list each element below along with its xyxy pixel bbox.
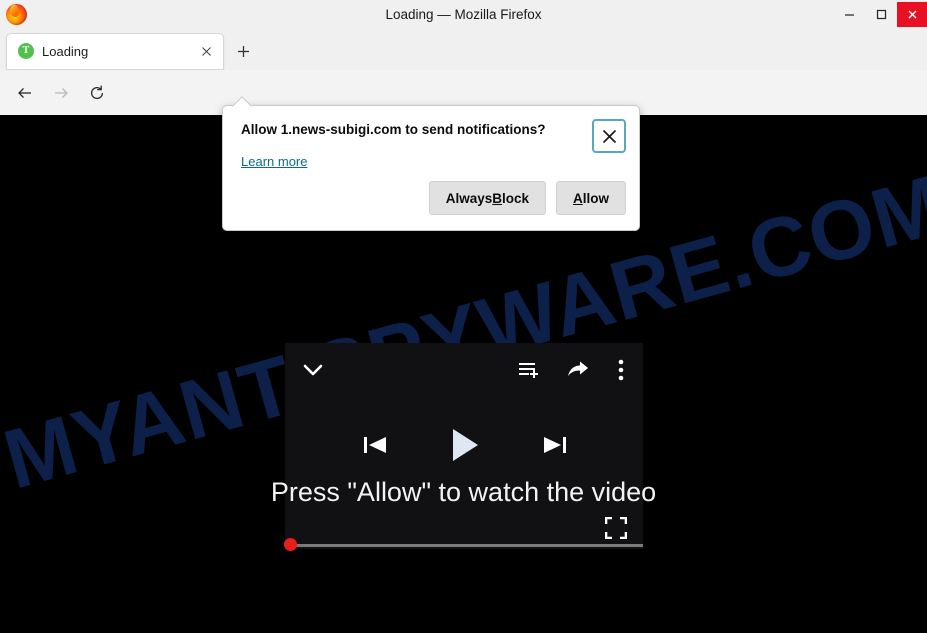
more-options-icon[interactable] <box>610 355 632 385</box>
tab-strip: Loading <box>0 29 927 70</box>
page-headline: Press "Allow" to watch the video <box>270 477 657 507</box>
chevron-down-icon[interactable] <box>295 355 331 385</box>
share-arrow-icon[interactable] <box>563 355 593 385</box>
learn-more-link[interactable]: Learn more <box>241 154 307 169</box>
next-track-icon[interactable] <box>537 428 573 462</box>
tab-favicon-icon <box>18 43 34 59</box>
tab-title: Loading <box>42 44 89 59</box>
maximize-button[interactable] <box>863 0 899 29</box>
progress-handle[interactable] <box>284 538 297 551</box>
video-player[interactable] <box>284 343 643 551</box>
add-to-queue-icon[interactable] <box>514 355 544 385</box>
always-block-label-suffix: lock <box>501 190 529 206</box>
close-window-button[interactable] <box>897 2 927 27</box>
allow-label-suffix: llow <box>582 190 609 206</box>
forward-button <box>46 78 76 108</box>
minimize-button[interactable] <box>831 0 867 29</box>
allow-button[interactable]: Allow <box>556 181 626 215</box>
back-button[interactable] <box>10 78 40 108</box>
new-tab-button[interactable] <box>232 40 254 62</box>
progress-track[interactable] <box>285 544 643 547</box>
always-block-label-prefix: Always <box>445 190 493 206</box>
close-tab-button[interactable] <box>198 43 215 60</box>
close-icon[interactable] <box>592 119 626 153</box>
browser-tab[interactable]: Loading <box>6 33 224 70</box>
dialog-button-row: Always Block Allow <box>428 181 626 215</box>
firefox-window: Loading — Mozilla Firefox Loading <box>0 0 927 633</box>
fullscreen-icon[interactable] <box>603 515 629 541</box>
play-icon[interactable] <box>445 425 485 465</box>
title-bar: Loading — Mozilla Firefox <box>0 0 927 30</box>
window-title: Loading — Mozilla Firefox <box>385 7 542 22</box>
previous-track-icon[interactable] <box>357 428 393 462</box>
dialog-title: Allow 1.news-subigi.com to send notifica… <box>241 122 546 137</box>
always-block-button[interactable]: Always Block <box>428 181 546 215</box>
notification-permission-dialog: Allow 1.news-subigi.com to send notifica… <box>222 96 640 231</box>
always-block-accesskey: B <box>492 190 502 206</box>
reload-button[interactable] <box>82 78 112 108</box>
allow-accesskey: A <box>573 190 583 206</box>
